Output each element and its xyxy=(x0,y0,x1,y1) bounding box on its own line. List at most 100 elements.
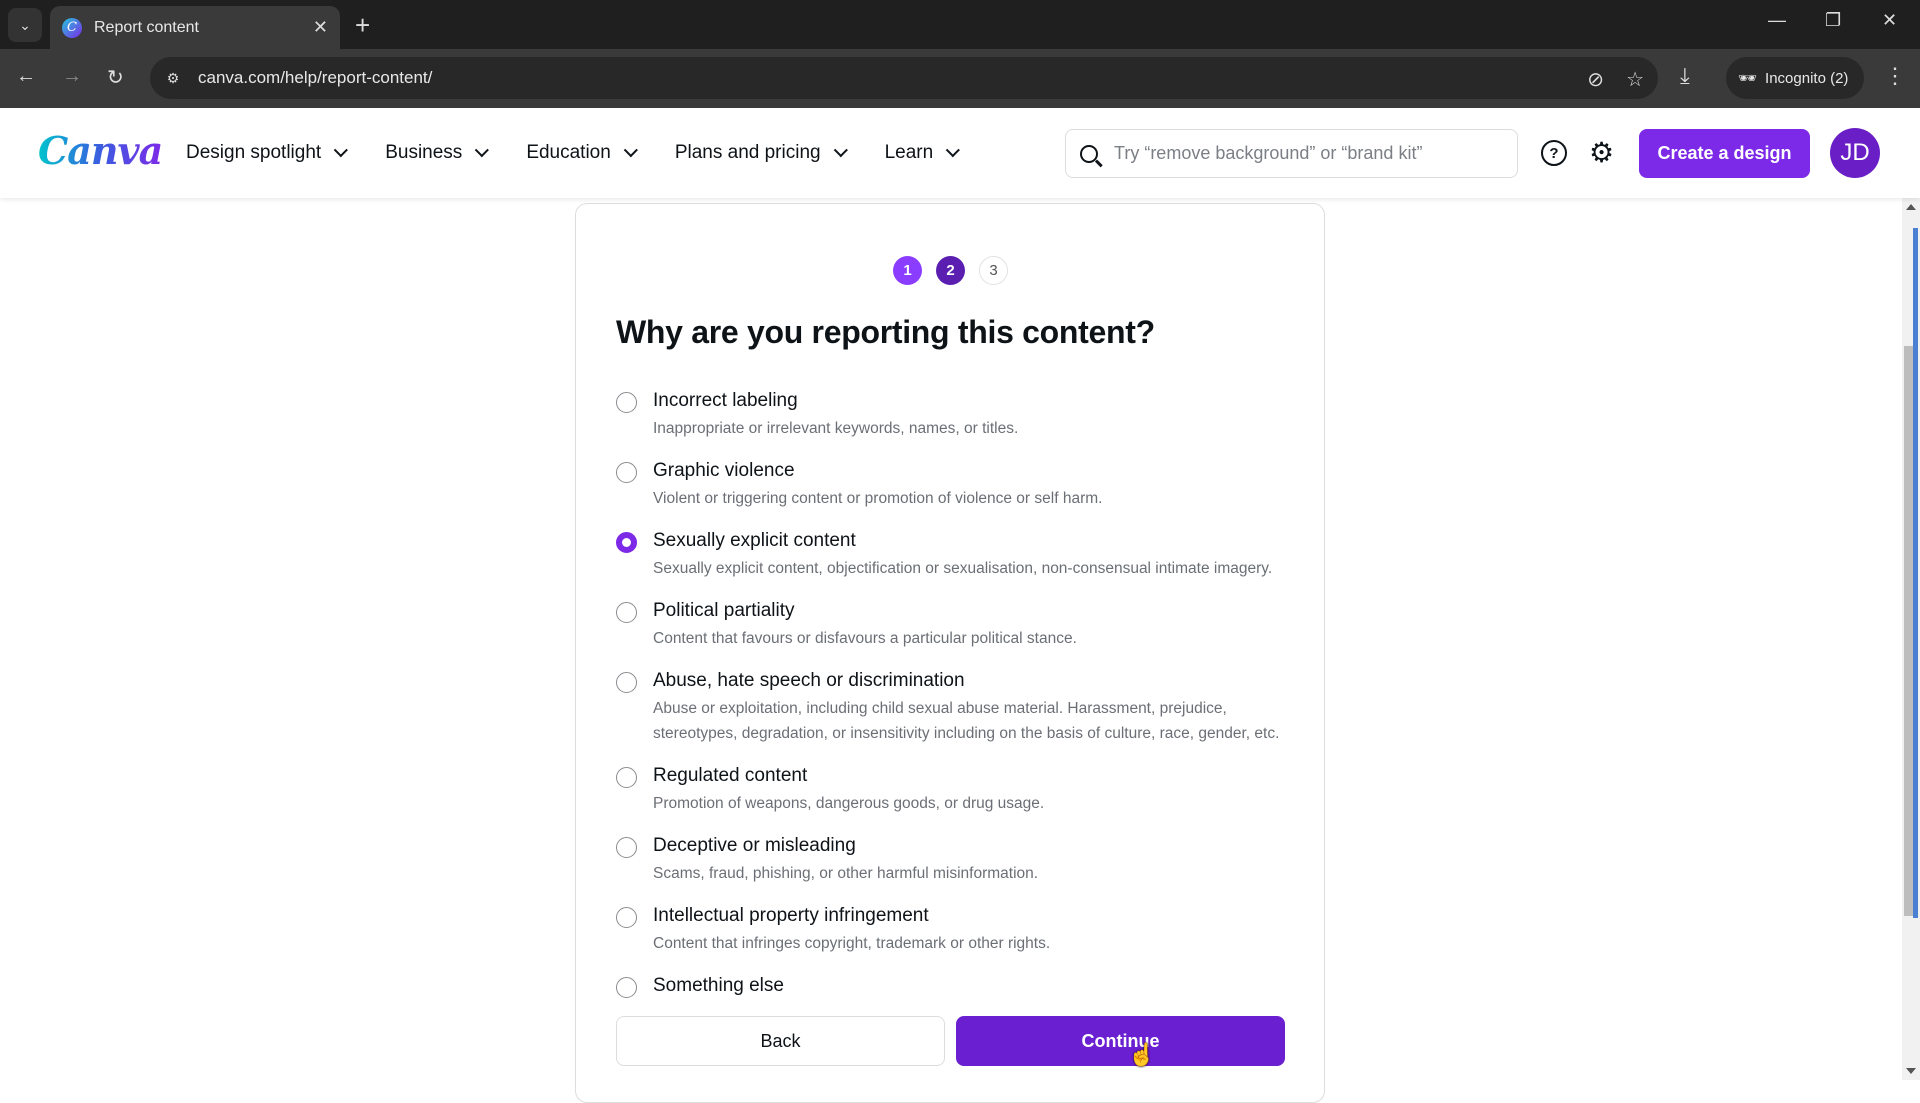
nav-education[interactable]: Education xyxy=(526,142,638,164)
nav-label: Design spotlight xyxy=(186,142,322,163)
option-deceptive-misleading[interactable]: Deceptive or misleading Scams, fraud, phi… xyxy=(616,832,1296,886)
nav-label: Learn xyxy=(884,142,934,163)
url-text[interactable]: canva.com/help/report-content/ xyxy=(198,68,432,88)
option-graphic-violence[interactable]: Graphic violence Violent or triggering co… xyxy=(616,457,1296,511)
hand-cursor-icon: ☝ xyxy=(1128,1042,1156,1067)
option-description: Violent or triggering content or promoti… xyxy=(653,490,1103,507)
option-label: Sexually explicit content xyxy=(653,530,856,551)
step-3: 3 xyxy=(979,256,1008,285)
nav-label: Plans and pricing xyxy=(674,142,821,163)
forward-arrow-icon[interactable]: → xyxy=(62,65,82,88)
option-political-partiality[interactable]: Political partiality Content that favours… xyxy=(616,597,1296,651)
gear-icon[interactable]: ⚙ xyxy=(1589,136,1614,169)
nav-label: Education xyxy=(526,142,611,163)
tab-list-button[interactable]: ⌄ xyxy=(8,8,42,42)
eye-slash-icon[interactable]: ⊘ xyxy=(1587,67,1604,92)
back-button[interactable]: Back xyxy=(616,1016,945,1066)
new-tab-icon[interactable]: + xyxy=(355,10,370,41)
option-description: Content that infringes copyright, tradem… xyxy=(653,935,1051,952)
chevron-down-icon xyxy=(333,143,349,158)
nav-label: Business xyxy=(385,142,463,163)
radio-button-selected[interactable] xyxy=(616,532,637,553)
chevron-down-icon xyxy=(833,143,848,158)
chevron-down-icon: ⌄ xyxy=(19,16,31,33)
option-abuse-hate-speech[interactable]: Abuse, hate speech or discrimination Abus… xyxy=(616,667,1296,746)
browser-tab-bar: ⌄ C Report content ✕ + — ❐ ✕ xyxy=(0,0,1920,49)
canva-logo[interactable]: Canva xyxy=(38,128,163,173)
search-input[interactable] xyxy=(1114,143,1494,164)
radio-button[interactable] xyxy=(616,602,637,623)
search-icon xyxy=(1080,144,1098,163)
close-tab-icon[interactable]: ✕ xyxy=(313,17,328,38)
option-description: Abuse or exploitation, including child s… xyxy=(653,700,1280,742)
option-description: Content that favours or disfavours a par… xyxy=(653,630,1077,647)
incognito-icon: 🕶 xyxy=(1738,70,1758,87)
browser-tab[interactable]: C Report content ✕ xyxy=(50,6,340,49)
option-label: Something else xyxy=(653,975,784,996)
incognito-label: Incognito (2) xyxy=(1765,69,1849,87)
radio-button[interactable] xyxy=(616,907,637,928)
chevron-down-icon xyxy=(623,143,638,158)
form-actions: Back Continue xyxy=(616,1016,1285,1066)
main-nav: Design spotlight Business Education Plan… xyxy=(186,108,961,198)
radio-button[interactable] xyxy=(616,977,637,998)
canva-favicon-icon: C xyxy=(62,17,82,38)
option-label: Intellectual property infringement xyxy=(653,905,929,926)
option-incorrect-labeling[interactable]: Incorrect labeling Inappropriate or irrel… xyxy=(616,387,1296,441)
back-arrow-icon[interactable]: ← xyxy=(16,65,36,88)
focus-indicator xyxy=(1913,228,1918,918)
create-design-button[interactable]: Create a design xyxy=(1639,129,1810,178)
radio-button[interactable] xyxy=(616,672,637,693)
reload-icon[interactable]: ↻ xyxy=(107,65,124,90)
option-sexually-explicit[interactable]: Sexually explicit content Sexually explic… xyxy=(616,527,1296,581)
tab-title: Report content xyxy=(94,18,199,36)
page-content: 1 2 3 Why are you reporting this content… xyxy=(0,198,1902,1103)
nav-learn[interactable]: Learn xyxy=(884,142,961,164)
chevron-down-icon xyxy=(475,143,490,158)
option-label: Graphic violence xyxy=(653,460,795,481)
option-ip-infringement[interactable]: Intellectual property infringement Conten… xyxy=(616,902,1296,956)
nav-business[interactable]: Business xyxy=(385,142,490,164)
option-regulated-content[interactable]: Regulated content Promotion of weapons, d… xyxy=(616,762,1296,816)
site-header: Canva Design spotlight Business Educatio… xyxy=(0,108,1920,198)
option-description: Promotion of weapons, dangerous goods, o… xyxy=(653,795,1045,812)
scroll-down-arrow-icon[interactable] xyxy=(1906,1068,1916,1074)
reason-options: Incorrect labeling Inappropriate or irrel… xyxy=(616,387,1296,1016)
minimize-icon[interactable]: — xyxy=(1768,10,1786,31)
step-2: 2 xyxy=(936,256,965,285)
star-icon[interactable]: ☆ xyxy=(1626,67,1644,92)
option-label: Political partiality xyxy=(653,600,795,621)
step-1: 1 xyxy=(893,256,922,285)
option-something-else[interactable]: Something else xyxy=(616,972,1296,1000)
step-indicator: 1 2 3 xyxy=(893,256,1008,285)
search-box[interactable] xyxy=(1065,129,1518,178)
option-label: Abuse, hate speech or discrimination xyxy=(653,670,965,691)
more-menu-icon[interactable]: ⋮ xyxy=(1884,63,1906,89)
option-label: Deceptive or misleading xyxy=(653,835,856,856)
restore-icon[interactable]: ❐ xyxy=(1825,10,1841,31)
option-label: Incorrect labeling xyxy=(653,390,798,411)
address-bar[interactable]: ⚙ canva.com/help/report-content/ ⊘ ☆ xyxy=(150,57,1658,99)
nav-design-spotlight[interactable]: Design spotlight xyxy=(186,142,349,164)
continue-button[interactable]: Continue xyxy=(956,1016,1285,1066)
download-icon[interactable]: ⤓ xyxy=(1680,63,1690,89)
site-info-icon[interactable]: ⚙ xyxy=(158,63,188,93)
close-window-icon[interactable]: ✕ xyxy=(1882,10,1897,31)
radio-button[interactable] xyxy=(616,392,637,413)
radio-button[interactable] xyxy=(616,462,637,483)
radio-button[interactable] xyxy=(616,767,637,788)
report-form-card: 1 2 3 Why are you reporting this content… xyxy=(575,203,1325,1103)
option-label: Regulated content xyxy=(653,765,808,786)
help-icon[interactable]: ? xyxy=(1541,140,1567,166)
option-description: Scams, fraud, phishing, or other harmful… xyxy=(653,865,1039,882)
scroll-up-arrow-icon[interactable] xyxy=(1906,204,1916,210)
option-description: Sexually explicit content, objectificati… xyxy=(653,560,1273,577)
option-description: Inappropriate or irrelevant keywords, na… xyxy=(653,420,1019,437)
incognito-badge[interactable]: 🕶 Incognito (2) xyxy=(1726,57,1864,99)
radio-button[interactable] xyxy=(616,837,637,858)
nav-plans-and-pricing[interactable]: Plans and pricing xyxy=(674,142,848,164)
chevron-down-icon xyxy=(945,143,961,158)
page-title: Why are you reporting this content? xyxy=(616,314,1155,350)
browser-toolbar: ← → ↻ ⚙ canva.com/help/report-content/ ⊘… xyxy=(0,49,1920,108)
avatar[interactable]: JD xyxy=(1830,128,1880,178)
